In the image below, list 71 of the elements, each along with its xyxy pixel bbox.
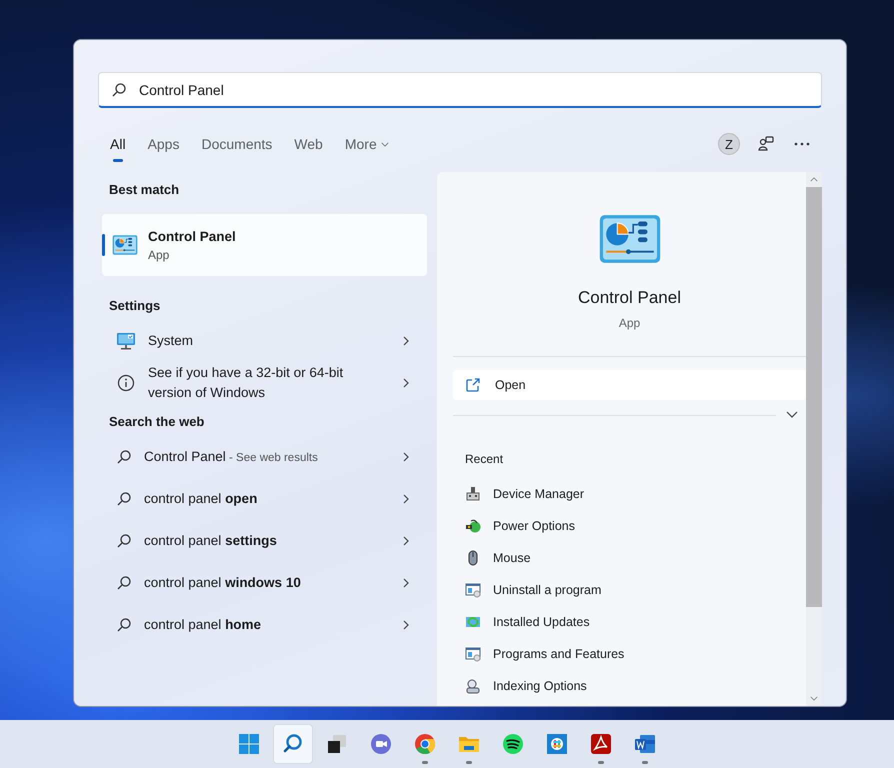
chevron-right-icon	[401, 378, 411, 388]
program-window-icon	[465, 646, 481, 662]
app-title: Control Panel	[148, 228, 236, 244]
search-icon	[116, 449, 132, 465]
section-heading: Settings	[108, 297, 162, 315]
search-icon	[116, 533, 132, 549]
settings-item[interactable]: System	[102, 320, 427, 362]
magnifier-user-icon	[465, 678, 481, 694]
updates-icon	[465, 614, 481, 630]
section-heading: Best match	[108, 181, 180, 199]
filter-tab[interactable]: Apps	[148, 128, 180, 160]
web-search-item[interactable]: control panel settings	[102, 520, 427, 562]
expand-chevron-icon[interactable]	[786, 411, 798, 419]
filter-tab[interactable]: More	[344, 128, 389, 160]
video-chat-icon	[369, 732, 393, 756]
chevron-right-icon	[401, 620, 411, 630]
search-icon	[116, 575, 132, 591]
monitor-icon	[116, 332, 136, 350]
web-search-item[interactable]: Control Panel - See web results	[102, 436, 427, 478]
scrollbar[interactable]	[806, 172, 822, 706]
windows-logo-icon	[237, 732, 261, 756]
chevron-right-icon	[401, 536, 411, 546]
word-processor-icon	[633, 732, 657, 756]
task-view-icon	[325, 732, 349, 756]
section-heading: Recent	[465, 452, 504, 466]
control-panel-icon	[598, 212, 662, 266]
account-avatar[interactable]: Z	[718, 133, 740, 155]
section-heading: Search the web	[108, 413, 206, 431]
chat-app-icon	[545, 732, 569, 756]
search-icon	[116, 491, 132, 507]
scroll-down-icon[interactable]	[810, 696, 818, 701]
scrollbar-thumb[interactable]	[806, 187, 822, 607]
running-indicator	[466, 761, 472, 764]
filter-tab[interactable]: All	[110, 128, 126, 160]
program-window-icon	[465, 582, 481, 598]
running-indicator	[598, 761, 604, 764]
scroll-up-icon[interactable]	[810, 177, 818, 182]
search-icon	[116, 617, 132, 633]
open-external-icon	[465, 377, 481, 393]
recent-item[interactable]: Power Options	[453, 510, 806, 542]
recent-item[interactable]: Installed Updates	[453, 606, 806, 638]
app-type: App	[148, 248, 170, 262]
web-search-item[interactable]: control panel open	[102, 478, 427, 520]
device-manager-icon	[465, 486, 481, 502]
music-app-icon	[501, 732, 525, 756]
running-indicator	[422, 761, 428, 764]
recent-item[interactable]: Device Manager	[453, 478, 806, 510]
search-field[interactable]: Control Panel	[98, 72, 822, 108]
recent-item[interactable]: Indexing Options	[453, 670, 806, 702]
filter-tab[interactable]: Web	[294, 128, 323, 160]
chevron-right-icon	[401, 578, 411, 588]
best-match-item[interactable]: Control Panel App	[102, 214, 427, 276]
running-indicator	[642, 761, 648, 764]
open-action[interactable]: Open	[453, 370, 806, 400]
filter-tab[interactable]: Documents	[201, 128, 272, 160]
app-type: App	[618, 316, 642, 330]
power-plug-icon	[465, 518, 481, 534]
recent-item[interactable]: Programs and Features	[453, 638, 806, 670]
browser-icon	[413, 732, 437, 756]
chevron-right-icon	[401, 494, 411, 504]
web-search-item[interactable]: control panel windows 10	[102, 562, 427, 604]
control-panel-icon	[112, 234, 138, 256]
app-title: Control Panel	[576, 288, 682, 308]
settings-item[interactable]: See if you have a 32-bit or 64-bit version of Windows	[102, 362, 427, 404]
web-search-item[interactable]: control panel home	[102, 604, 427, 646]
chevron-right-icon	[401, 336, 411, 346]
info-icon	[116, 374, 136, 392]
recent-item[interactable]: Uninstall a program	[453, 574, 806, 606]
pdf-reader-icon	[589, 732, 613, 756]
chevron-right-icon	[401, 452, 411, 462]
recent-item[interactable]: Mouse	[453, 542, 806, 574]
